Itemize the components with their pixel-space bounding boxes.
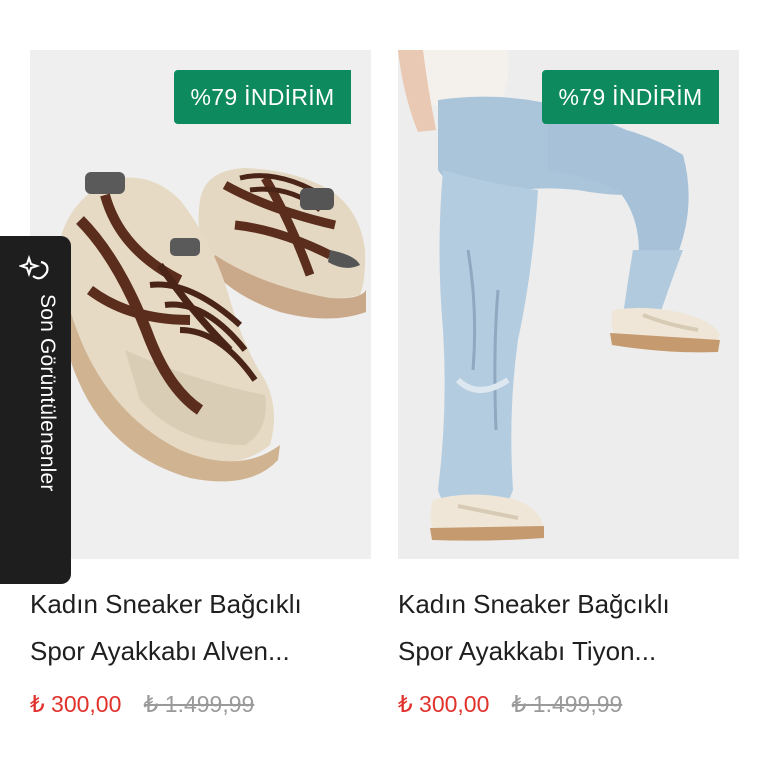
product-title[interactable]: Kadın Sneaker Bağcıklı Spor Ayakkabı Alv… bbox=[30, 581, 371, 675]
previous-row-price-cut bbox=[40, 0, 340, 6]
sneaker-pair-photo bbox=[60, 168, 366, 482]
old-price: ₺ 1.499,99 bbox=[143, 691, 255, 717]
price-row: ₺ 300,00 ₺ 1.499,99 bbox=[30, 691, 371, 718]
old-price: ₺ 1.499,99 bbox=[511, 691, 623, 717]
product-image[interactable]: %79 İNDİRİM bbox=[398, 50, 739, 559]
product-title[interactable]: Kadın Sneaker Bağcıklı Spor Ayakkabı Tiy… bbox=[398, 581, 739, 675]
model-wearing-sneakers-photo bbox=[398, 50, 720, 541]
product-card[interactable]: %79 İNDİRİM Kadın Sneaker Bağcıklı Spor … bbox=[30, 50, 371, 718]
previous-row-price-cut bbox=[400, 0, 700, 6]
recently-viewed-label: Son Görüntülenenler bbox=[36, 294, 59, 492]
product-card[interactable]: %79 İNDİRİM Kadın Sneaker Bağcıklı Spor … bbox=[398, 50, 739, 718]
product-title-line: Kadın Sneaker Bağcıklı bbox=[398, 589, 670, 619]
product-title-line: Kadın Sneaker Bağcıklı bbox=[30, 589, 302, 619]
product-image[interactable]: %79 İNDİRİM bbox=[30, 50, 371, 559]
recently-viewed-tab[interactable]: Son Görüntülenenler bbox=[0, 236, 71, 584]
discount-badge: %79 İNDİRİM bbox=[542, 70, 719, 124]
discount-badge: %79 İNDİRİM bbox=[174, 70, 351, 124]
current-price: ₺ 300,00 bbox=[30, 691, 122, 717]
current-price: ₺ 300,00 bbox=[398, 691, 490, 717]
sparkle-icon bbox=[19, 254, 49, 280]
price-row: ₺ 300,00 ₺ 1.499,99 bbox=[398, 691, 739, 718]
product-title-line: Spor Ayakkabı Alven... bbox=[30, 636, 290, 666]
product-title-line: Spor Ayakkabı Tiyon... bbox=[398, 636, 657, 666]
